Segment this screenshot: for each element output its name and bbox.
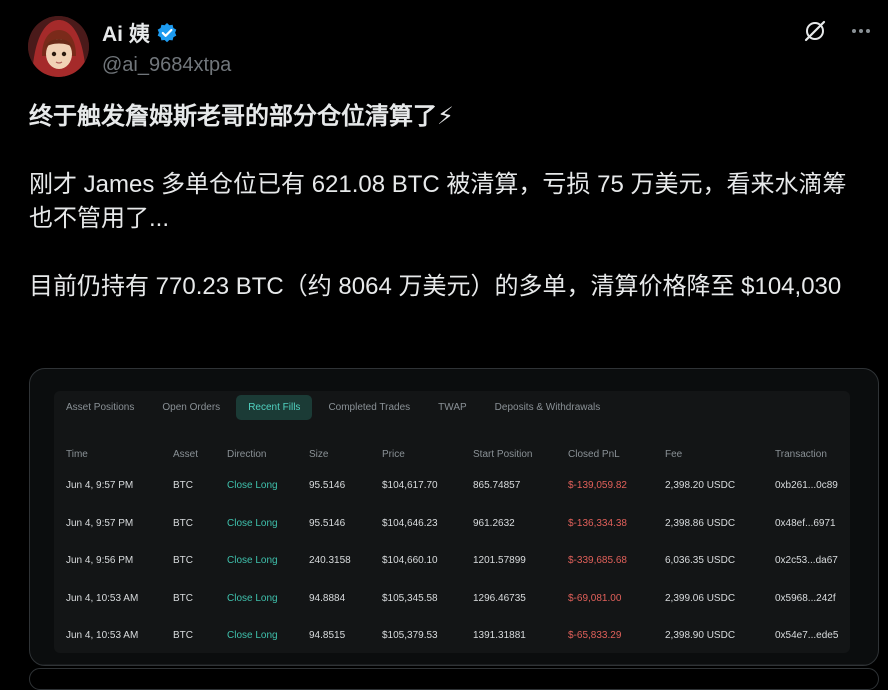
display-name[interactable]: Ai 姨 xyxy=(102,18,150,48)
cell-size: 95.5146 xyxy=(309,480,346,492)
avatar-image xyxy=(28,16,89,77)
col-header-asset: Asset xyxy=(173,448,199,460)
cell-direction: Close Long xyxy=(227,480,278,492)
cell-time: Jun 4, 9:56 PM xyxy=(66,555,134,567)
cell-time: Jun 4, 10:53 AM xyxy=(66,592,139,604)
cell-direction: Close Long xyxy=(227,555,278,567)
cell-asset: BTC xyxy=(173,517,193,529)
col-header-fee: Fee xyxy=(665,448,683,460)
cell-transaction: 0x2c53...da67 xyxy=(775,555,838,567)
cell-fee: 2,398.20 USDC xyxy=(665,480,736,492)
cell-price: $104,617.70 xyxy=(382,480,438,492)
cell-size: 95.5146 xyxy=(309,517,346,529)
col-header-closed-pnl: Closed PnL xyxy=(568,448,620,460)
cell-direction: Close Long xyxy=(227,517,278,529)
cell-price: $105,345.58 xyxy=(382,592,438,604)
grok-icon[interactable] xyxy=(802,18,828,44)
verified-badge-icon xyxy=(156,22,178,44)
cell-size: 94.8884 xyxy=(309,592,346,604)
col-header-direction: Direction xyxy=(227,448,267,460)
table-header-row: Time Asset Direction Size Price Start Po… xyxy=(54,441,844,467)
tab-asset-positions[interactable]: Asset Positions xyxy=(54,395,146,420)
panel-tabs: Asset Positions Open Orders Recent Fills… xyxy=(54,395,612,420)
cell-fee: 6,036.35 USDC xyxy=(665,555,736,567)
cell-start-position: 1296.46735 xyxy=(473,592,526,604)
fills-table: Time Asset Direction Size Price Start Po… xyxy=(54,441,844,655)
table-row: Jun 4, 9:56 PM BTC Close Long 240.3158 $… xyxy=(54,542,844,580)
cell-fee: 2,398.86 USDC xyxy=(665,517,736,529)
table-row: Jun 4, 9:57 PM BTC Close Long 95.5146 $1… xyxy=(54,467,844,505)
cell-direction: Close Long xyxy=(227,592,278,604)
cell-closed-pnl: $-69,081.00 xyxy=(568,592,622,604)
cell-fee: 2,398.90 USDC xyxy=(665,630,736,642)
cell-asset: BTC xyxy=(173,592,193,604)
table-row: Jun 4, 10:53 AM BTC Close Long 94.8884 $… xyxy=(54,580,844,618)
cell-transaction: 0x48ef...6971 xyxy=(775,517,836,529)
tab-completed-trades[interactable]: Completed Trades xyxy=(316,395,422,420)
col-header-size: Size xyxy=(309,448,329,460)
cell-asset: BTC xyxy=(173,480,193,492)
tab-recent-fills[interactable]: Recent Fills xyxy=(236,395,313,420)
next-media-card-edge xyxy=(29,668,879,690)
cell-transaction: 0x54e7...ede5 xyxy=(775,630,839,642)
cell-asset: BTC xyxy=(173,555,193,567)
cell-time: Jun 4, 9:57 PM xyxy=(66,480,134,492)
tweet-paragraph-2: 目前仍持有 770.23 BTC（约 8064 万美元）的多单，清算价格降至 $… xyxy=(29,273,842,300)
cell-price: $104,646.23 xyxy=(382,517,438,529)
tweet-text: 终于触发詹姆斯老哥的部分仓位清算了⚡ 刚才 James 多单仓位已有 621.0… xyxy=(29,100,869,304)
cell-closed-pnl: $-139,059.82 xyxy=(568,480,627,492)
trade-history-panel: Asset Positions Open Orders Recent Fills… xyxy=(54,391,850,653)
tab-deposits-withdrawals[interactable]: Deposits & Withdrawals xyxy=(483,395,613,420)
col-header-transaction: Transaction xyxy=(775,448,827,460)
col-header-start-position: Start Position xyxy=(473,448,533,460)
cell-transaction: 0xb261...0c89 xyxy=(775,480,838,492)
col-header-time: Time xyxy=(66,448,88,460)
cell-size: 94.8515 xyxy=(309,630,346,642)
author-block: Ai 姨 @ai_9684xtpa xyxy=(102,18,231,77)
cell-time: Jun 4, 10:53 AM xyxy=(66,630,139,642)
cell-closed-pnl: $-136,334.38 xyxy=(568,517,627,529)
name-row: Ai 姨 xyxy=(102,18,231,48)
cell-fee: 2,399.06 USDC xyxy=(665,592,736,604)
cell-start-position: 865.74857 xyxy=(473,480,521,492)
more-options-icon[interactable] xyxy=(848,18,874,44)
card-divider xyxy=(30,664,878,665)
handle[interactable]: @ai_9684xtpa xyxy=(102,54,231,77)
cell-price: $105,379.53 xyxy=(382,630,438,642)
cell-start-position: 961.2632 xyxy=(473,517,515,529)
cell-closed-pnl: $-339,685.68 xyxy=(568,555,627,567)
cell-price: $104,660.10 xyxy=(382,555,438,567)
tweet-paragraph-1: 刚才 James 多单仓位已有 621.08 BTC 被清算，亏损 75 万美元… xyxy=(29,171,847,232)
cell-transaction: 0x5968...242f xyxy=(775,592,836,604)
cell-direction: Close Long xyxy=(227,630,278,642)
tweet-title: 终于触发詹姆斯老哥的部分仓位清算了⚡ xyxy=(29,103,454,130)
table-row: Jun 4, 9:57 PM BTC Close Long 95.5146 $1… xyxy=(54,505,844,543)
cell-closed-pnl: $-65,833.29 xyxy=(568,630,622,642)
table-row: Jun 4, 10:53 AM BTC Close Long 94.8515 $… xyxy=(54,617,844,655)
cell-asset: BTC xyxy=(173,630,193,642)
cell-start-position: 1201.57899 xyxy=(473,555,526,567)
tab-open-orders[interactable]: Open Orders xyxy=(150,395,232,420)
col-header-price: Price xyxy=(382,448,405,460)
top-actions xyxy=(802,18,874,44)
cell-time: Jun 4, 9:57 PM xyxy=(66,517,134,529)
avatar[interactable] xyxy=(28,16,89,77)
cell-size: 240.3158 xyxy=(309,555,351,567)
media-image-card[interactable]: Asset Positions Open Orders Recent Fills… xyxy=(29,368,879,666)
cell-start-position: 1391.31881 xyxy=(473,630,526,642)
tab-twap[interactable]: TWAP xyxy=(426,395,479,420)
